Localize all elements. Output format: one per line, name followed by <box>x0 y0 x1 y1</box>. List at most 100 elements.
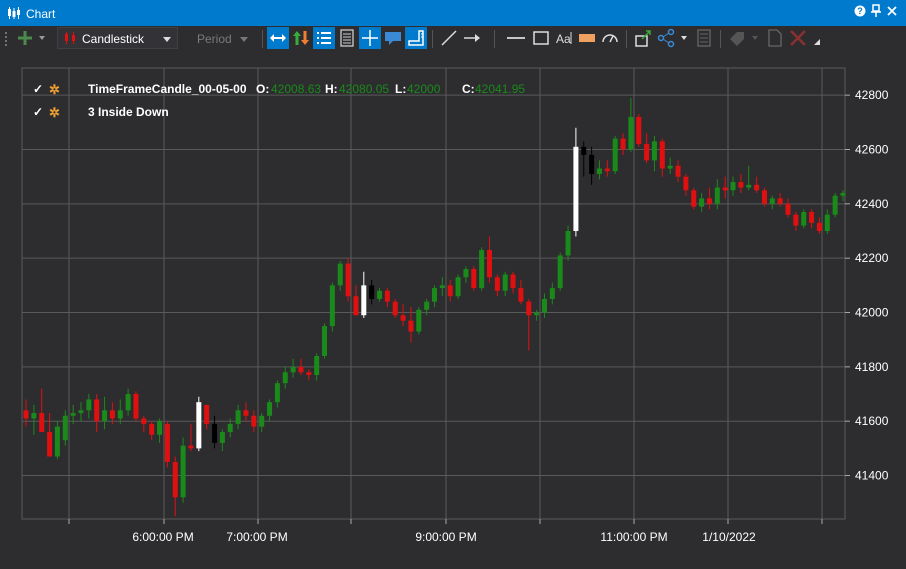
candle-body <box>651 141 657 161</box>
toolbar-separator <box>626 30 627 48</box>
candle-body <box>282 372 288 384</box>
candle-body <box>337 263 343 286</box>
pin-icon[interactable] <box>868 4 884 20</box>
gear-icon[interactable]: ✲ <box>49 82 61 98</box>
candle-body <box>62 415 68 441</box>
candle <box>329 282 335 332</box>
candle-body <box>832 195 838 215</box>
close-icon[interactable] <box>884 4 900 20</box>
y-tick-label: 42000 <box>855 306 889 320</box>
candle-body <box>730 182 736 191</box>
candle-body <box>70 413 76 416</box>
y-tick-label: 41600 <box>855 414 889 428</box>
candle <box>322 323 328 359</box>
y-tick-label: 42400 <box>855 197 889 211</box>
candle-body <box>589 154 595 174</box>
x-tick-label: 1/10/2022 <box>702 530 756 544</box>
candle-body <box>424 301 430 310</box>
crosshair-button[interactable] <box>359 27 381 49</box>
candle <box>164 421 170 468</box>
text-tool-icon[interactable]: Aa <box>553 27 575 49</box>
candle-body <box>439 285 445 289</box>
candle-body <box>329 285 335 327</box>
candlestick-chart[interactable]: 42800 42600 42400 42200 42000 41800 41600 41400… <box>0 50 906 564</box>
candle-body <box>494 277 500 291</box>
candle-body <box>408 320 414 332</box>
candle <box>392 298 398 318</box>
add-element-button[interactable] <box>14 27 50 49</box>
candle-body <box>541 298 547 313</box>
candle-body <box>526 301 532 316</box>
gauge-icon[interactable] <box>599 27 621 49</box>
y-tick-label: 42200 <box>855 251 889 265</box>
candle-body <box>306 372 312 376</box>
line-tool-icon[interactable] <box>438 27 460 49</box>
low-label: L: <box>395 82 407 96</box>
gear-icon[interactable]: ✲ <box>49 105 61 121</box>
x-tick-label: 9:00:00 PM <box>415 530 476 544</box>
delete-icon[interactable] <box>787 27 809 49</box>
ruler-button[interactable] <box>405 27 427 49</box>
candle-body <box>683 176 689 191</box>
x-axis: 6:00:00 PM 7:00:00 PM 9:00:00 PM 11:00:00 P… <box>68 519 823 544</box>
candle-body <box>455 277 461 297</box>
candle-body <box>227 423 233 433</box>
candle-body <box>298 366 304 373</box>
candle-body <box>369 285 375 299</box>
candle-body <box>659 141 665 169</box>
candle-body <box>109 410 115 419</box>
close-label: C: <box>462 82 475 96</box>
y-tick-label: 42600 <box>855 143 889 157</box>
candle-body <box>809 211 815 223</box>
highlight-tool-icon[interactable] <box>576 27 598 49</box>
candle <box>612 135 618 174</box>
period-label: Period <box>197 32 232 46</box>
candle <box>479 247 485 291</box>
indicator-name: 3 Inside Down <box>88 105 169 119</box>
share-icon[interactable] <box>655 27 691 49</box>
data-table-button[interactable] <box>336 27 358 49</box>
candle-body <box>133 394 139 419</box>
horizontal-line-tool-icon[interactable] <box>505 27 527 49</box>
candlestick-app-icon <box>8 7 20 19</box>
high-value: 42080.05 <box>339 82 390 96</box>
candle-body <box>251 415 257 427</box>
window-title: Chart <box>26 7 56 21</box>
candle-body <box>353 296 359 316</box>
candle-body <box>384 290 390 302</box>
candle-body <box>149 423 155 435</box>
y-axis: 42800 42600 42400 42200 42000 41800 41600 41400 <box>845 88 889 483</box>
candle-body <box>219 432 225 443</box>
window-titlebar: Chart ? <box>0 0 906 26</box>
period-select[interactable]: Period <box>185 27 255 49</box>
report-icon[interactable] <box>693 27 715 49</box>
candle-body <box>628 116 634 150</box>
legend-series[interactable]: ✓ ✲ TimeFrameCandle_00-05-00 O: 42008.63… <box>33 82 553 98</box>
candle <box>832 192 838 218</box>
vertical-line-tool-icon[interactable] <box>494 30 495 48</box>
candle-body <box>39 413 45 433</box>
legend-list-button[interactable] <box>313 27 335 49</box>
check-icon[interactable]: ✓ <box>33 105 43 119</box>
rectangle-tool-icon[interactable] <box>530 27 552 49</box>
auto-range-button[interactable] <box>267 27 289 49</box>
sort-arrows-button[interactable] <box>290 27 312 49</box>
check-icon[interactable]: ✓ <box>33 82 43 96</box>
arrow-tool-icon[interactable] <box>461 27 483 49</box>
toolbar-overflow-icon[interactable] <box>810 27 824 49</box>
candle-body <box>557 255 563 289</box>
candle <box>133 391 139 422</box>
candle-body <box>267 402 273 416</box>
candle <box>455 274 461 299</box>
candle-body <box>432 288 437 302</box>
candle-body <box>196 402 202 449</box>
new-document-icon[interactable] <box>764 27 786 49</box>
tooltip-button[interactable] <box>382 27 404 49</box>
export-icon[interactable] <box>632 27 654 49</box>
chart-area[interactable]: 42800 42600 42400 42200 42000 41800 41600 41400… <box>0 50 906 564</box>
help-icon[interactable]: ? <box>852 4 868 20</box>
legend-indicator[interactable]: ✓ ✲ 3 Inside Down <box>33 105 333 121</box>
chart-type-select[interactable]: Candlestick <box>57 27 178 49</box>
candle-body <box>235 410 241 424</box>
tag-icon[interactable] <box>726 27 762 49</box>
